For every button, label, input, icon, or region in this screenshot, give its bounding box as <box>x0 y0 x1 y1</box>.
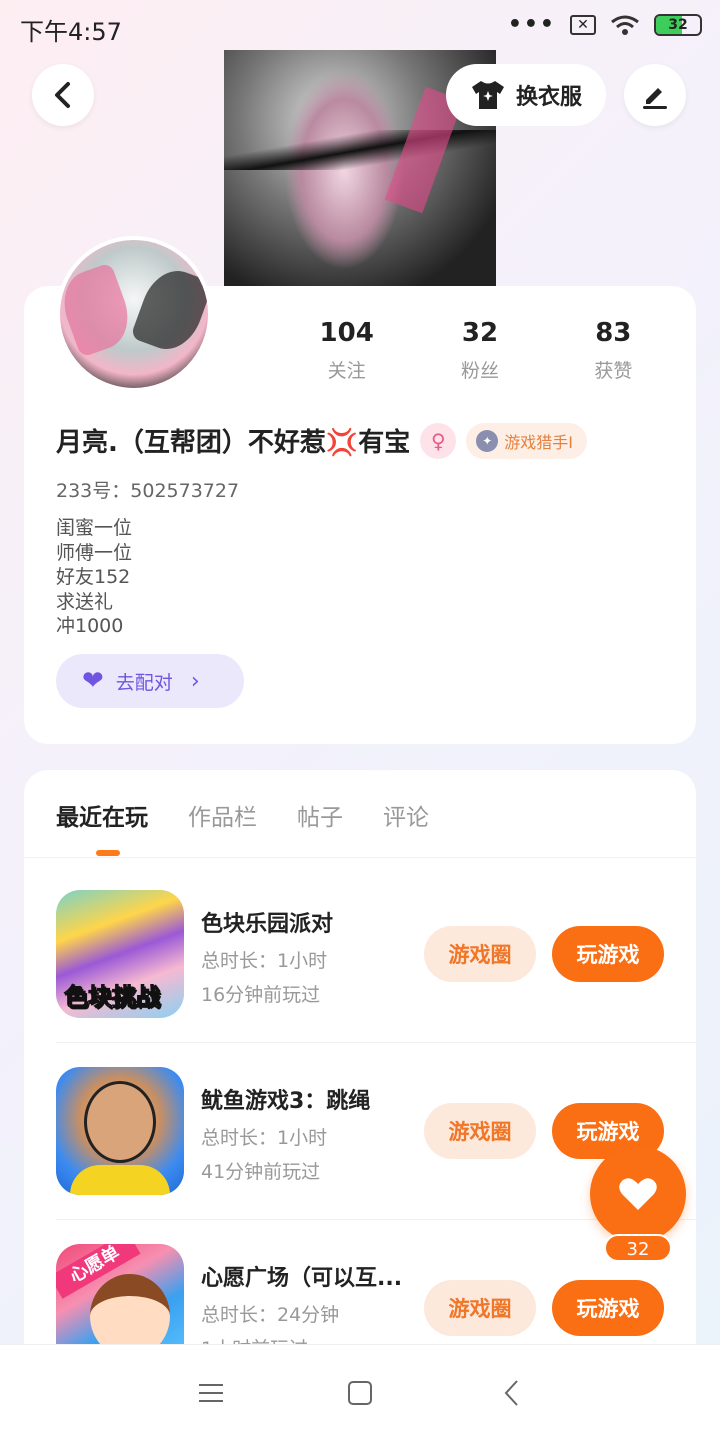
edit-profile-button[interactable] <box>624 64 686 126</box>
more-dots-icon: ••• <box>507 12 556 37</box>
game-icon[interactable] <box>56 1067 184 1195</box>
game-icon-text: 色块挑战 <box>64 983 161 1012</box>
game-duration: 总时长：1小时 <box>201 950 328 972</box>
chevron-right-icon: › <box>190 668 200 694</box>
game-circle-button[interactable]: 游戏圈 <box>424 926 536 982</box>
game-icon[interactable]: 心愿单 <box>56 1244 184 1344</box>
edit-pen-icon <box>643 88 667 109</box>
stat-fans[interactable]: 32 粉丝 <box>413 318 546 383</box>
game-circle-button[interactable]: 游戏圈 <box>424 1280 536 1336</box>
tab-indicator <box>96 850 120 856</box>
game-circle-button[interactable]: 游戏圈 <box>424 1103 536 1159</box>
stat-likes-value: 83 <box>595 318 632 348</box>
tshirt-icon <box>471 81 504 109</box>
stat-likes[interactable]: 83 获赞 <box>547 318 680 383</box>
profile-stats: 104 关注 32 粉丝 83 获赞 <box>280 318 680 383</box>
tab-works[interactable]: 作品栏 <box>188 798 257 832</box>
bio-line: 好友152 <box>56 566 131 588</box>
status-time: 下午4:57 <box>20 18 122 46</box>
game-list-item[interactable]: 色块挑战 色块乐园派对 总时长：1小时 16分钟前玩过 游戏圈 玩游戏 <box>56 890 676 1020</box>
game-duration: 总时长：1小时 <box>201 1127 328 1149</box>
bio-line: 冲1000 <box>56 615 124 637</box>
heart-icon <box>619 1178 657 1210</box>
home-nav-button[interactable] <box>340 1375 380 1411</box>
tab-posts[interactable]: 帖子 <box>297 798 343 832</box>
badge-emblem-icon: ✦ <box>476 429 499 452</box>
change-outfit-label: 换衣服 <box>515 85 582 110</box>
wifi-icon <box>611 15 639 35</box>
menu-icon <box>199 1384 223 1402</box>
user-id[interactable]: 233号：502573727 <box>56 476 239 503</box>
stat-following-value: 104 <box>319 318 374 348</box>
stat-following[interactable]: 104 关注 <box>280 318 413 383</box>
game-name: 鱿鱼游戏3：跳绳 <box>201 1089 371 1114</box>
battery-icon: 32 <box>654 13 702 36</box>
game-list-item[interactable]: 心愿单 心愿广场（可以互... 总时长：24分钟 1小时前玩过 游戏圈 玩游戏 <box>56 1244 676 1344</box>
game-last-played: 16分钟前玩过 <box>201 984 321 1006</box>
match-label: 去配对 <box>115 671 173 694</box>
divider <box>56 1042 696 1043</box>
no-sim-icon: ✕ <box>570 14 596 35</box>
home-square-icon <box>348 1381 372 1405</box>
game-name: 色块乐园派对 <box>201 912 334 937</box>
status-bar: 下午4:57 ••• ✕ 32 <box>0 0 720 52</box>
divider <box>24 857 696 858</box>
nickname-row: 月亮.（互帮团）不好惹💢有宝 ♀ ✦ 游戏猎手I <box>56 422 587 459</box>
bio: 闺蜜一位 师傅一位 好友152 求送礼 冲1000 <box>56 516 132 639</box>
battery-level: 32 <box>668 16 688 33</box>
avatar[interactable] <box>56 236 212 392</box>
title-badge[interactable]: ✦ 游戏猎手I <box>466 422 587 459</box>
bio-line: 闺蜜一位 <box>56 517 133 539</box>
stat-likes-label: 获赞 <box>594 360 633 382</box>
female-gender-icon: ♀ <box>420 422 457 459</box>
game-list-item[interactable]: 鱿鱼游戏3：跳绳 总时长：1小时 41分钟前玩过 游戏圈 玩游戏 <box>56 1067 676 1197</box>
game-duration: 总时长：24分钟 <box>201 1304 340 1326</box>
match-button[interactable]: ❤ 去配对 › <box>56 654 244 708</box>
stat-fans-label: 粉丝 <box>460 360 499 382</box>
title-badge-label: 游戏猎手I <box>504 432 573 452</box>
play-game-button[interactable]: 玩游戏 <box>552 926 664 982</box>
stat-following-label: 关注 <box>327 360 366 382</box>
game-icon[interactable]: 色块挑战 <box>56 890 184 1018</box>
nickname: 月亮.（互帮团）不好惹💢有宝 <box>56 428 411 458</box>
menu-nav-button[interactable] <box>191 1375 231 1411</box>
back-triangle-icon <box>504 1380 518 1406</box>
system-nav-bar <box>0 1344 720 1440</box>
stat-fans-value: 32 <box>461 318 499 348</box>
tab-comments[interactable]: 评论 <box>383 798 429 832</box>
game-name: 心愿广场（可以互... <box>201 1266 403 1291</box>
double-heart-icon: ❤ <box>82 666 104 696</box>
back-button[interactable] <box>32 64 94 126</box>
bio-line: 求送礼 <box>56 590 114 613</box>
game-last-played: 41分钟前玩过 <box>201 1161 321 1183</box>
profile-tabs: 最近在玩 作品栏 帖子 评论 <box>56 798 429 832</box>
like-button[interactable] <box>590 1146 686 1242</box>
status-icons: ••• ✕ 32 <box>508 12 702 37</box>
bio-line: 师傅一位 <box>56 541 133 564</box>
game-last-played: 1小时前玩过 <box>201 1334 308 1344</box>
tab-recently-played[interactable]: 最近在玩 <box>56 798 148 832</box>
back-nav-button[interactable] <box>492 1375 532 1411</box>
like-count: 32 <box>604 1234 672 1262</box>
back-arrow-icon <box>55 82 70 108</box>
play-game-button[interactable]: 玩游戏 <box>552 1280 664 1336</box>
change-outfit-button[interactable]: 换衣服 <box>446 64 606 126</box>
